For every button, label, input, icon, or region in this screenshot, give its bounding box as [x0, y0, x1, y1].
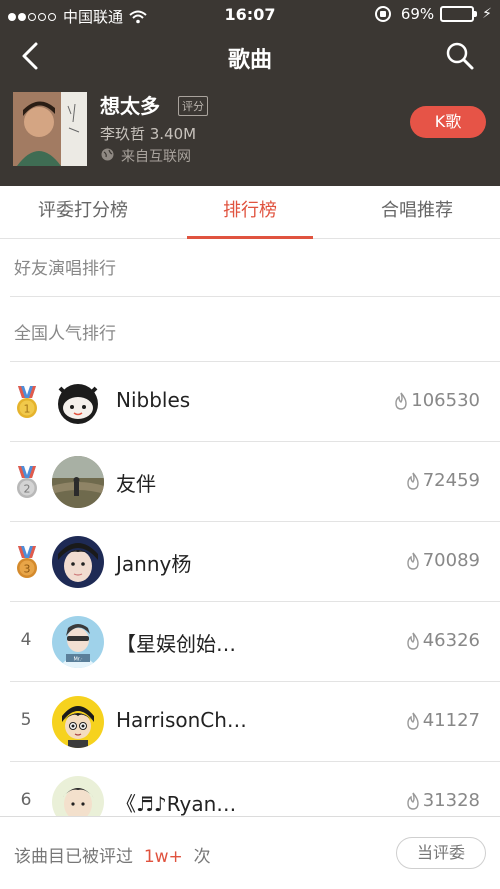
national-ranking-header: 全国人气排行	[14, 324, 116, 344]
charging-icon: ⚡	[482, 6, 492, 22]
fire-icon	[395, 392, 407, 410]
status-right: 69% ⚡	[374, 5, 492, 23]
tab-judge-score[interactable]: 评委打分榜	[0, 186, 166, 239]
svg-text:1: 1	[24, 403, 31, 416]
avatar[interactable]: Mr.·	[52, 616, 104, 668]
tab-ranking[interactable]: 排行榜	[167, 186, 333, 239]
singer-name: Janny杨	[116, 552, 192, 576]
battery-icon	[440, 6, 478, 22]
rated-count-text: 该曲目已被评过 1w+ 次	[14, 842, 211, 867]
become-judge-button[interactable]: 当评委	[396, 837, 486, 869]
svg-text:3: 3	[24, 563, 31, 576]
rated-suffix: 次	[193, 847, 211, 867]
popularity-score: 70089	[405, 550, 480, 571]
gold-medal-icon: 1	[17, 386, 37, 418]
karaoke-button[interactable]: K歌	[410, 106, 486, 138]
bottom-bar: 该曲目已被评过 1w+ 次 当评委	[0, 816, 500, 889]
globe-icon	[101, 148, 114, 161]
fire-icon	[407, 792, 419, 810]
ranking-row[interactable]: 5 HarrisonCh… 41127	[0, 682, 500, 762]
active-tab-indicator	[187, 236, 313, 239]
avatar[interactable]	[52, 536, 104, 588]
ranking-row[interactable]: 4 Mr.· 【星娱创始… 46326	[0, 602, 500, 682]
rotation-lock-icon	[374, 6, 391, 22]
album-cover[interactable]	[13, 92, 87, 166]
rank-number: 6	[20, 790, 32, 810]
singer-name: 《♬♪Ryan…	[116, 792, 237, 816]
tab-chorus[interactable]: 合唱推荐	[334, 186, 500, 239]
nav-bar: 歌曲	[0, 30, 500, 82]
score-value: 31328	[422, 790, 480, 811]
battery-percent: 69%	[400, 5, 435, 23]
friends-ranking-header[interactable]: 好友演唱排行	[0, 240, 500, 298]
artist-size: 李玖哲 3.40M	[100, 125, 197, 143]
rated-prefix: 该曲目已被评过	[14, 847, 133, 867]
ranking-row[interactable]: 1 Nibbles 106530	[0, 362, 500, 442]
score-value: 106530	[411, 390, 480, 411]
song-header: 中国联通 16:07 69% ⚡ 歌曲 想太多 评分 李玖哲 3.40M 来自互…	[0, 0, 500, 186]
popularity-score: 46326	[405, 630, 480, 651]
popularity-score: 41127	[405, 710, 480, 731]
ranking-row[interactable]: 2 友伴 72459	[0, 442, 500, 522]
back-arrow-icon[interactable]	[14, 38, 50, 74]
bronze-medal-icon: 3	[17, 546, 37, 578]
score-value: 72459	[422, 470, 480, 491]
rated-count: 1w+	[143, 847, 183, 867]
rank-number: 4	[20, 630, 32, 650]
popularity-score: 31328	[405, 790, 480, 811]
status-bar: 中国联通 16:07 69% ⚡	[0, 0, 500, 30]
fire-icon	[407, 472, 419, 490]
singer-name: Nibbles	[116, 388, 191, 412]
rating-tag: 评分	[178, 96, 208, 116]
song-title: 想太多	[100, 94, 160, 118]
score-value: 46326	[422, 630, 480, 651]
fire-icon	[407, 552, 419, 570]
svg-text:Mr.·: Mr.·	[73, 657, 83, 663]
divider	[10, 296, 500, 297]
silver-medal-icon: 2	[17, 466, 37, 498]
score-value: 41127	[422, 710, 480, 731]
source-label: 来自互联网	[121, 149, 191, 165]
fire-icon	[407, 632, 419, 650]
svg-text:2: 2	[24, 483, 31, 496]
fire-icon	[407, 712, 419, 730]
avatar[interactable]	[52, 376, 104, 428]
tab-bar: 评委打分榜 排行榜 合唱推荐	[0, 186, 500, 239]
search-icon[interactable]	[442, 38, 478, 74]
singer-name: HarrisonCh…	[116, 708, 247, 732]
avatar[interactable]	[52, 456, 104, 508]
score-value: 70089	[422, 550, 480, 571]
page-title: 歌曲	[227, 48, 272, 73]
popularity-score: 106530	[393, 390, 480, 411]
song-info: 想太多 评分 李玖哲 3.40M 来自互联网 K歌	[0, 86, 500, 176]
rank-number: 5	[20, 710, 32, 730]
popularity-score: 72459	[405, 470, 480, 491]
singer-name: 【星娱创始…	[116, 632, 236, 656]
singer-name: 友伴	[116, 472, 156, 496]
avatar[interactable]	[52, 696, 104, 748]
ranking-row[interactable]: 3 Janny杨 70089	[0, 522, 500, 602]
